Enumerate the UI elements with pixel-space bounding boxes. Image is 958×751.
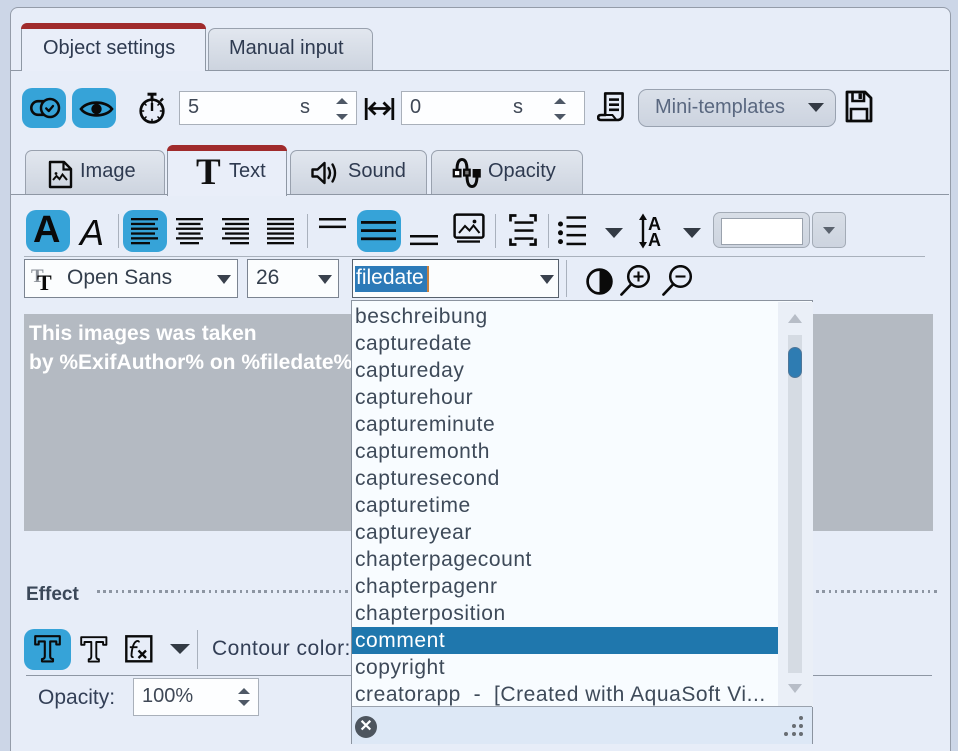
svg-text:T: T [37,270,52,294]
svg-text:A: A [648,230,661,249]
